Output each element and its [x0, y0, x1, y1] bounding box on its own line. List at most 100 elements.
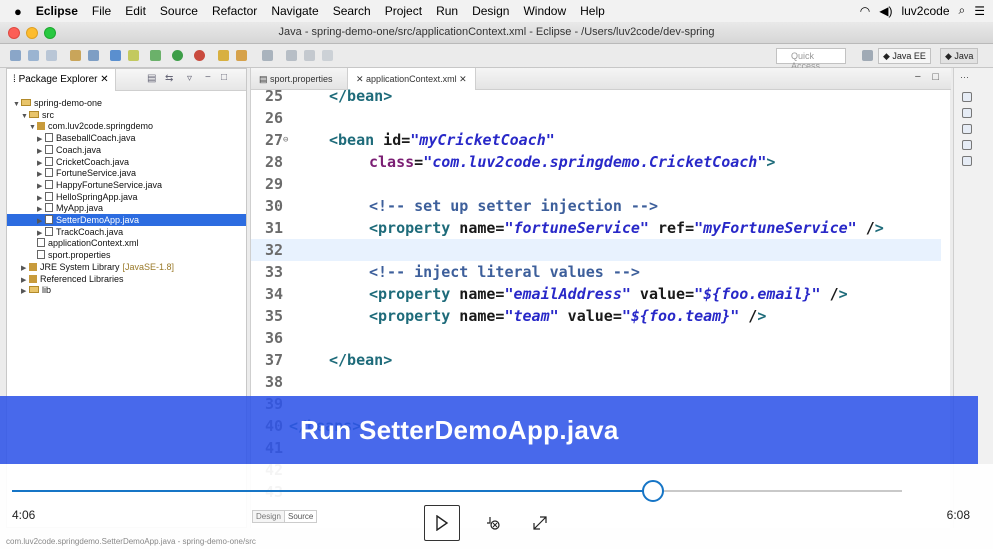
menu-run[interactable]: Run	[436, 4, 458, 18]
menu-window[interactable]: Window	[523, 4, 566, 18]
minimize-view-icon[interactable]: −	[205, 72, 211, 83]
right-trim-menu-icon[interactable]: ⋯	[960, 72, 969, 83]
tree-expand-arrow-icon[interactable]: ▼	[21, 111, 29, 123]
tree-item[interactable]: ▶ FortuneService.java	[37, 167, 136, 179]
tree-item[interactable]: sport.properties	[29, 249, 111, 261]
run-icon[interactable]	[172, 50, 183, 61]
code-line[interactable]: 25 </bean>	[251, 85, 941, 107]
external-tools-icon[interactable]	[194, 50, 205, 61]
tree-item[interactable]: ▶ SetterDemoApp.java	[7, 214, 246, 226]
java-icon	[45, 133, 53, 143]
tree-item[interactable]: ▶ Referenced Libraries	[21, 273, 124, 285]
outline-icon[interactable]	[962, 92, 972, 102]
menu-file[interactable]: File	[92, 4, 111, 18]
back-icon[interactable]	[304, 50, 315, 61]
quick-access-input[interactable]: Quick Access	[776, 48, 846, 71]
tree-item[interactable]: ▶ CricketCoach.java	[37, 156, 129, 168]
menu-app-name[interactable]: Eclipse	[36, 4, 78, 18]
menu-navigate[interactable]: Navigate	[271, 4, 318, 18]
perspective-java[interactable]: ◆ Java	[940, 48, 979, 64]
tree-item[interactable]: ▶ HelloSpringApp.java	[37, 191, 138, 203]
package-explorer-tab[interactable]: ⁞ Package Explorer ✕	[7, 69, 116, 91]
menu-refactor[interactable]: Refactor	[212, 4, 257, 18]
open-type-icon[interactable]	[110, 50, 121, 61]
menu-user[interactable]: luv2code	[901, 4, 949, 18]
code-line[interactable]: 33 <!-- inject literal values -->	[251, 261, 941, 283]
save-icon[interactable]	[28, 50, 39, 61]
console-icon[interactable]	[962, 156, 972, 166]
close-tab-icon[interactable]: ✕	[100, 74, 108, 85]
code-line[interactable]: 32	[251, 239, 941, 261]
tab-application-context-label: applicationContext.xml	[366, 74, 457, 84]
tree-item[interactable]: ▶ BaseballCoach.java	[37, 132, 136, 144]
tree-item-label: HappyFortuneService.java	[56, 179, 163, 190]
menu-edit[interactable]: Edit	[125, 4, 146, 18]
source-tab[interactable]: Source	[284, 510, 318, 523]
open-folder-icon[interactable]	[218, 50, 229, 61]
code-line[interactable]: 30 <!-- set up setter injection -->	[251, 195, 941, 217]
problems-icon[interactable]	[962, 108, 972, 118]
tree-item[interactable]: ▶ JRE System Library [JavaSE-1.8]	[21, 261, 174, 273]
code-line[interactable]: 37 </bean>	[251, 349, 941, 371]
new-icon[interactable]	[10, 50, 21, 61]
tree-item[interactable]: ▶ Coach.java	[37, 144, 101, 156]
maximize-view-icon[interactable]: □	[221, 72, 227, 83]
menu-help[interactable]: Help	[580, 4, 605, 18]
build-icon[interactable]	[70, 50, 81, 61]
search-icon[interactable]	[262, 50, 273, 61]
window-title: Java - spring-demo-one/src/applicationCo…	[278, 26, 715, 38]
menu-source[interactable]: Source	[160, 4, 198, 18]
new-class-icon[interactable]	[236, 50, 247, 61]
collapse-all-icon[interactable]: ▤	[147, 73, 156, 84]
code-line[interactable]: 35 <property name="team" value="${foo.tea…	[251, 305, 941, 327]
tree-expand-arrow-icon[interactable]: ▼	[13, 99, 21, 111]
line-number: 33	[264, 263, 283, 281]
notification-list-icon[interactable]: ☰	[974, 4, 985, 18]
tree-item[interactable]: applicationContext.xml	[29, 237, 139, 249]
menu-search[interactable]: Search	[333, 4, 371, 18]
tree-item[interactable]: ▼ com.luv2code.springdemo	[29, 120, 153, 132]
tree-item[interactable]: ▶ MyApp.java	[37, 202, 103, 214]
annotation-next-icon[interactable]	[286, 50, 297, 61]
code-line[interactable]: 38	[251, 371, 941, 393]
apple-icon[interactable]: ●	[14, 4, 22, 19]
code-line[interactable]: 29	[251, 173, 941, 195]
menubar-status-area: ◠ ◀) luv2code ⌕ ☰	[860, 3, 985, 18]
code-line[interactable]: 28 class="com.luv2code.springdemo.Cricket…	[251, 151, 941, 173]
progress-scrubber-handle[interactable]	[641, 480, 664, 502]
tree-item[interactable]: ▶ HappyFortuneService.java	[37, 179, 162, 191]
code-line[interactable]: 26	[251, 107, 941, 129]
open-perspective-icon[interactable]	[862, 50, 873, 61]
code-line[interactable]: 36	[251, 327, 941, 349]
tree-item[interactable]: ▼ src	[21, 109, 54, 121]
close-editor-tab-icon[interactable]: ✕	[459, 74, 467, 84]
tree-item[interactable]: ▶ lib	[21, 284, 51, 296]
tree-expand-arrow-icon[interactable]: ▼	[29, 122, 37, 134]
terminal-icon[interactable]	[88, 50, 99, 61]
tree-item-label: HelloSpringApp.java	[56, 191, 138, 202]
menu-design[interactable]: Design	[472, 4, 509, 18]
tree-item[interactable]: ▼ spring-demo-one	[13, 97, 102, 109]
tree-item[interactable]: ▶ TrackCoach.java	[37, 226, 123, 238]
minimize-editor-icon[interactable]: −	[915, 71, 921, 83]
debug-icon[interactable]	[150, 50, 161, 61]
spotlight-search-icon[interactable]: ⌕	[959, 3, 966, 18]
forward-icon[interactable]	[322, 50, 333, 61]
fold-toggle-icon[interactable]: ⊖	[283, 129, 288, 151]
menu-project[interactable]: Project	[385, 4, 422, 18]
design-tab[interactable]: Design	[252, 510, 285, 523]
code-line[interactable]: 34 <property name="emailAddress" value="$…	[251, 283, 941, 305]
code-line[interactable]: 27 ⊖ <bean id="myCricketCoach"	[251, 129, 941, 151]
link-with-editor-icon[interactable]: ⇆	[165, 73, 173, 84]
volume-icon[interactable]: ◀)	[879, 4, 892, 18]
tree-expand-arrow-icon[interactable]: ▶	[21, 286, 29, 298]
view-menu-icon[interactable]: ▿	[187, 73, 192, 84]
save-all-icon[interactable]	[46, 50, 57, 61]
maximize-editor-icon[interactable]: □	[932, 71, 939, 83]
wifi-icon[interactable]: ◠	[860, 4, 870, 18]
servers-icon[interactable]	[128, 50, 139, 61]
perspective-java-ee[interactable]: ◆ Java EE	[878, 48, 931, 64]
declaration-icon[interactable]	[962, 140, 972, 150]
code-line[interactable]: 31 <property name="fortuneService" ref="m…	[251, 217, 941, 239]
javadoc-icon[interactable]	[962, 124, 972, 134]
